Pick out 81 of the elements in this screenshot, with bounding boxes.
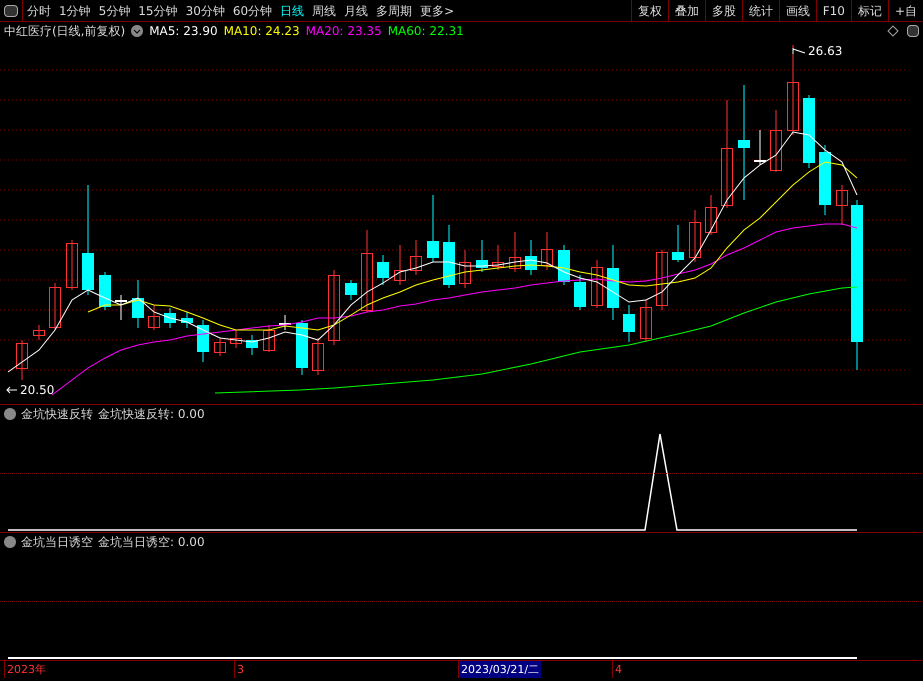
date-axis-label: 4 xyxy=(612,661,624,678)
candlestick xyxy=(115,294,127,320)
period-tab[interactable]: 1分钟 xyxy=(55,2,95,20)
candlestick xyxy=(672,224,684,262)
candlestick xyxy=(754,130,766,166)
high-marker-icon xyxy=(792,47,806,55)
ma-legend: MA20: 23.35 xyxy=(306,22,382,40)
indicator-reading: 金坑快速反转: 0.00 xyxy=(98,406,205,423)
indicator-name: 金坑当日诱空 xyxy=(21,534,93,551)
period-tab[interactable]: 60分钟 xyxy=(228,2,276,20)
period-tab[interactable]: 多周期 xyxy=(372,2,416,20)
period-tab[interactable]: 更多> xyxy=(416,2,458,20)
candlestick xyxy=(263,324,275,352)
candlestick xyxy=(476,240,488,272)
candlestick xyxy=(312,338,324,376)
candlestick xyxy=(230,330,242,348)
candlestick xyxy=(427,194,439,262)
period-tab[interactable]: 分时 xyxy=(23,2,55,20)
candlestick xyxy=(99,272,111,310)
candlestick xyxy=(640,300,652,342)
candlestick xyxy=(246,334,258,356)
date-axis-label: 3 xyxy=(234,661,246,678)
ma-legend: MA60: 22.31 xyxy=(388,22,464,40)
low-marker-icon xyxy=(6,386,18,394)
candlestick xyxy=(689,210,701,262)
period-tab[interactable]: 周线 xyxy=(308,2,340,20)
stock-title: 中红医疗(日线,前复权) xyxy=(4,23,126,40)
candlestick xyxy=(377,254,389,286)
panel-toggle-icon[interactable] xyxy=(4,4,18,16)
ma-legend: MA10: 24.23 xyxy=(224,22,300,40)
candlestick xyxy=(49,282,61,330)
date-axis-label: 2023年 xyxy=(4,661,48,678)
candlestick xyxy=(66,240,78,290)
candlestick xyxy=(459,250,471,288)
candlestick xyxy=(296,320,308,376)
candlestick xyxy=(33,324,45,340)
candlestick xyxy=(181,312,193,328)
candlestick xyxy=(148,304,160,330)
toolbar-button[interactable]: 多股 xyxy=(704,0,742,21)
candlestick xyxy=(819,144,831,216)
period-tab[interactable]: 月线 xyxy=(340,2,372,20)
low-price-label: 20.50 xyxy=(20,382,54,399)
date-axis-label[interactable]: 2023/03/21/二 xyxy=(458,661,542,678)
toolbar-button[interactable]: 复权 xyxy=(630,0,668,21)
candlestick xyxy=(492,244,504,270)
toolbar-button[interactable]: 画线 xyxy=(778,0,816,21)
candlestick xyxy=(541,232,553,270)
candlestick xyxy=(197,320,209,362)
period-tab[interactable]: 5分钟 xyxy=(94,2,134,20)
candlestick xyxy=(656,250,668,310)
ma-legend: MA5: 23.90 xyxy=(149,22,218,40)
candlestick xyxy=(279,314,291,330)
candlestick xyxy=(509,232,521,272)
candlestick xyxy=(410,240,422,276)
candlestick xyxy=(705,194,717,236)
high-price-label: 26.63 xyxy=(808,43,842,60)
candlestick xyxy=(770,110,782,172)
toolbar-button[interactable]: 叠加 xyxy=(668,0,705,21)
candlestick xyxy=(525,240,537,276)
indicator-name: 金坑快速反转 xyxy=(21,406,93,423)
period-tab[interactable]: 日线 xyxy=(276,2,308,20)
period-tab[interactable]: 15分钟 xyxy=(134,2,182,20)
candlestick xyxy=(394,244,406,286)
toolbar-button[interactable]: F10 xyxy=(816,0,851,21)
indicator-reading: 金坑当日诱空: 0.00 xyxy=(98,534,205,551)
candlestick xyxy=(16,340,28,380)
candlestick xyxy=(836,184,848,226)
toolbar-button[interactable]: 标记 xyxy=(850,0,888,21)
candlestick xyxy=(623,304,635,342)
candlestick xyxy=(443,224,455,288)
candlestick xyxy=(164,308,176,328)
period-tab[interactable]: 30分钟 xyxy=(182,2,229,20)
candlestick xyxy=(591,260,603,308)
candlestick xyxy=(574,274,586,310)
candlestick xyxy=(558,244,570,286)
toolbar-button[interactable]: 统计 xyxy=(742,0,779,21)
panel-toggle-icon[interactable] xyxy=(907,25,919,37)
candlestick xyxy=(214,338,226,356)
toolbar-button[interactable]: +自 xyxy=(888,0,923,21)
candlestick xyxy=(345,280,357,300)
candlestick xyxy=(132,280,144,328)
